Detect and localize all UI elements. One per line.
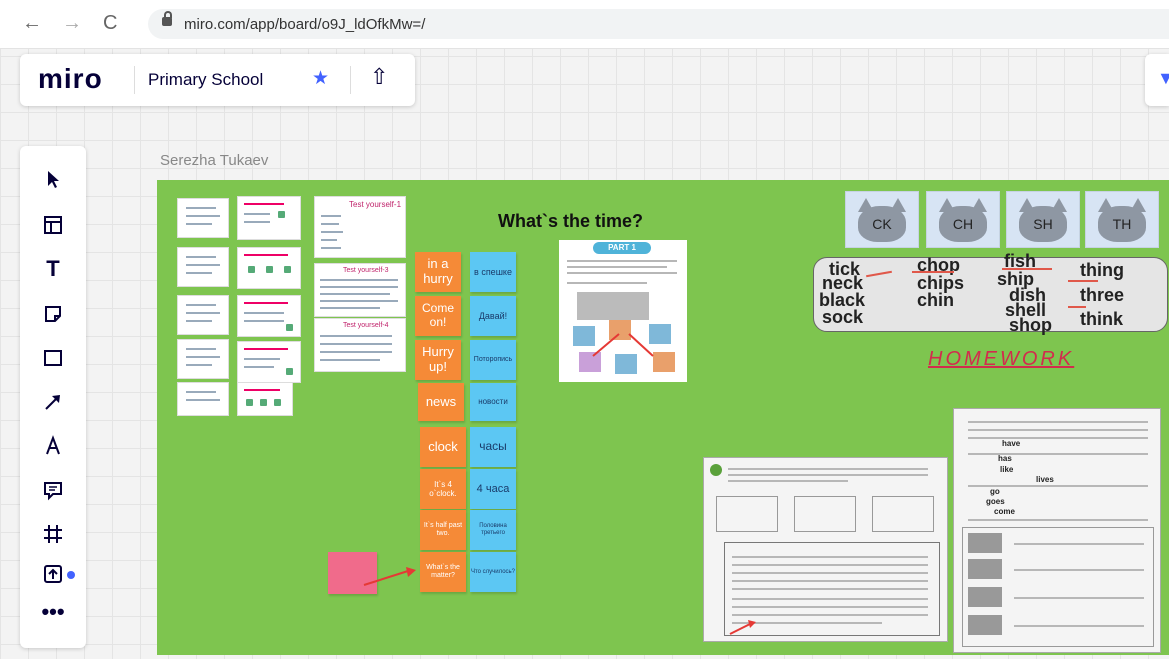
red-underline [866,270,892,278]
red-arrow-icon [363,567,416,586]
sticky-note-en[interactable]: clock [420,427,466,467]
handwritten-word: come [994,507,1015,516]
homework-workbook-scan[interactable]: have has like lives go goes come [953,408,1161,653]
frame-author-label: Serezha Tukaev [160,152,269,169]
miro-logo[interactable]: miro [38,63,103,95]
word-th[interactable]: think [1080,310,1123,328]
cat-card-th[interactable]: TH [1085,191,1159,248]
sticky-note-ru[interactable]: в спешке [470,252,516,292]
sticky-note-ru[interactable]: часы [470,427,516,467]
handwritten-word: goes [986,497,1005,506]
sticky-note-icon[interactable] [33,296,73,332]
reload-icon[interactable]: C [103,13,117,33]
slide-thumbnail[interactable] [237,341,301,383]
sticky-note-ru[interactable]: Что случилось? [470,552,516,592]
lesson-title[interactable]: What`s the time? [498,211,643,232]
right-panel-edge[interactable]: ▼ [1145,54,1169,106]
slide-thumbnail[interactable] [237,382,293,416]
handwritten-word: have [1002,439,1021,448]
text-tool-icon[interactable]: T [33,251,73,287]
address-bar[interactable]: miro.com/app/board/o9J_ldOfkMw=/ [148,9,1169,39]
handwritten-word: lives [1036,475,1054,484]
red-underline [1002,268,1052,270]
left-toolbar: T ••• [20,146,86,648]
sticky-note-en[interactable]: Hurry up! [415,340,461,380]
templates-icon[interactable] [33,207,73,243]
sticky-note-en[interactable]: in a hurry [415,252,461,292]
homework-textbook-scan[interactable] [703,457,948,642]
sticky-note-en[interactable]: What`s the matter? [420,552,466,592]
pen-icon[interactable] [33,428,73,464]
word-th[interactable]: thing [1080,261,1124,279]
board-name[interactable]: Primary School [148,70,263,90]
divider [134,66,135,94]
notification-dot [67,571,75,579]
worksheet-image[interactable]: PART 1 [559,240,687,382]
cat-card-ck[interactable]: CK [845,191,919,248]
red-underline [912,271,954,273]
upload-share-icon[interactable]: ⇧ [370,64,388,90]
cat-card-sh[interactable]: SH [1006,191,1080,248]
sticky-note-en[interactable]: news [418,383,464,421]
slide-thumbnail[interactable] [177,339,229,379]
handwritten-word: like [1000,465,1014,474]
cat-card-ch[interactable]: CH [926,191,1000,248]
word-sh[interactable]: shop [1009,316,1052,334]
sticky-note-ru[interactable]: Давай! [470,296,516,336]
slide-thumbnail[interactable] [237,295,301,337]
test-yourself-slide[interactable]: Test yourself-1 [314,196,406,258]
slide-thumbnail[interactable] [177,247,229,287]
sticky-note-en[interactable]: It`s 4 o`clock. [420,469,466,509]
forward-arrow-icon[interactable]: → [62,13,82,33]
connection-line-icon[interactable] [33,384,73,420]
word-ch[interactable]: chin [917,291,954,309]
handwritten-word: has [998,454,1012,463]
url-text: miro.com/app/board/o9J_ldOfkMw=/ [184,16,426,33]
sticky-note-en[interactable]: Come on! [415,296,461,336]
phonics-word-box[interactable]: tick neck black sock chop chips chin fis… [813,252,1168,334]
cursor-icon: ▼ [1157,68,1169,88]
browser-toolbar: ← → C miro.com/app/board/o9J_ldOfkMw=/ [0,0,1169,49]
back-arrow-icon[interactable]: ← [22,13,42,33]
comment-icon[interactable] [33,472,73,508]
lock-icon [162,11,172,26]
sticky-note-ru[interactable]: новости [470,383,516,421]
slide-thumbnail[interactable] [237,247,301,289]
red-underline [1068,306,1086,308]
homework-heading[interactable]: HOMEWORK [928,348,1074,371]
shape-rectangle-icon[interactable] [33,340,73,376]
sticky-note-ru[interactable]: Половина третьего [470,510,516,550]
test-yourself-slide[interactable]: Test yourself-3 [314,263,406,317]
more-tools-icon[interactable]: ••• [33,594,73,630]
slide-thumbnail[interactable] [237,196,301,240]
slide-thumbnail[interactable] [177,198,229,238]
part-badge: PART 1 [593,242,651,254]
select-cursor-icon[interactable] [33,161,73,197]
sticky-note-ru[interactable]: Поторопись [470,340,516,380]
red-underline [1068,280,1098,282]
board-header-panel: miro Primary School ★ ⇧ [20,54,415,106]
word-th[interactable]: three [1080,286,1124,304]
slide-thumbnail[interactable] [177,382,229,416]
sticky-note-ru[interactable]: 4 часа [470,469,516,509]
handwritten-word: go [990,487,1000,496]
word-ck[interactable]: sock [822,308,863,326]
slide-thumbnail[interactable] [177,295,229,335]
frame-icon[interactable] [33,516,73,552]
divider [350,66,351,94]
test-yourself-slide[interactable]: Test yourself-4 [314,318,406,372]
star-icon[interactable]: ★ [312,67,329,90]
sticky-note-en[interactable]: It`s half past two. [420,510,466,550]
